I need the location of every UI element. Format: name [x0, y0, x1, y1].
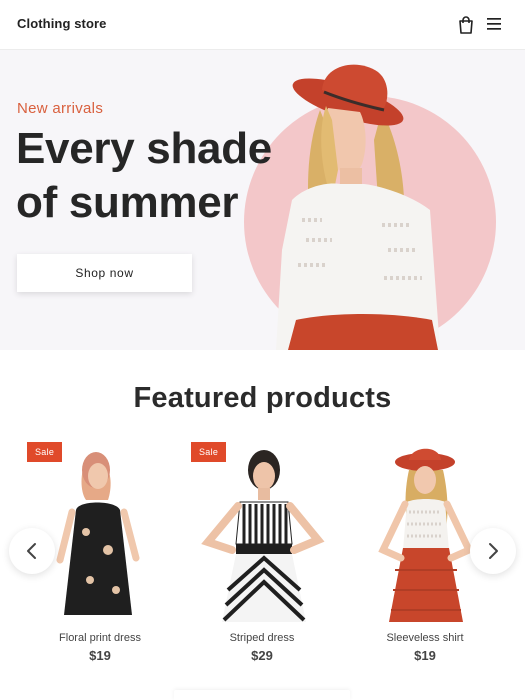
carousel-next-button[interactable]: [470, 528, 516, 574]
product-name: Floral print dress: [59, 632, 141, 644]
product-name: Striped dress: [229, 632, 295, 644]
sale-badge: Sale: [27, 442, 63, 462]
product-price: $19: [89, 648, 111, 663]
product-image: [182, 440, 342, 625]
product-price: $29: [251, 648, 273, 663]
partially-visible-button[interactable]: [174, 690, 350, 700]
product-card[interactable]: Sale Striped dress $29: [182, 440, 342, 670]
hero-title: Every shade of summer: [16, 124, 272, 227]
carousel-prev-button[interactable]: [9, 528, 55, 574]
hero-model-image: [276, 64, 440, 350]
shop-now-button[interactable]: Shop now: [17, 254, 192, 292]
hero-banner: New arrivals Every shade of summer Shop …: [0, 50, 525, 350]
product-name: Sleeveless shirt: [386, 632, 464, 644]
chevron-left-icon: [27, 543, 36, 559]
brand-logo[interactable]: Clothing store: [17, 16, 107, 31]
hero-kicker: New arrivals: [17, 100, 104, 117]
featured-products-heading: Featured products: [133, 382, 392, 414]
sale-badge: Sale: [191, 442, 227, 462]
site-header: Clothing store: [0, 0, 525, 50]
chevron-right-icon: [489, 543, 498, 559]
shopping-bag-icon[interactable]: [457, 15, 475, 35]
hamburger-menu-icon[interactable]: [486, 17, 502, 31]
product-price: $19: [414, 648, 436, 663]
